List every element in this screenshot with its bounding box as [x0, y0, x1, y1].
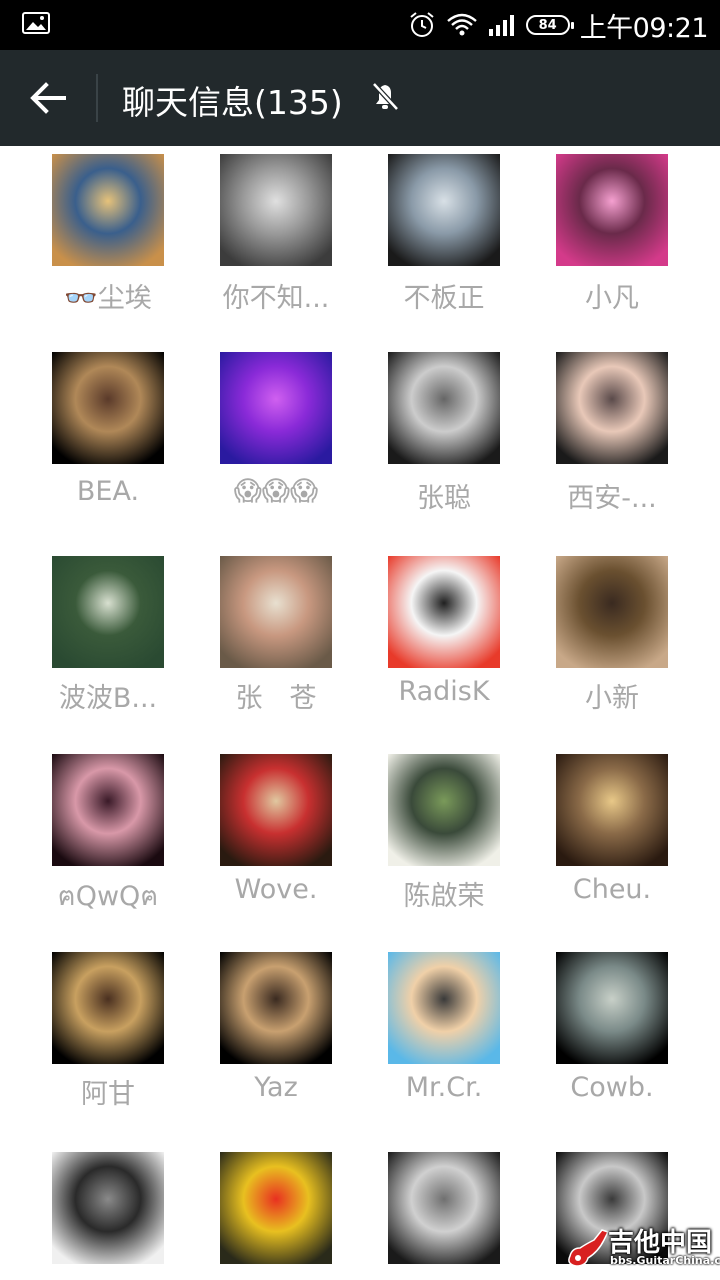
bell-off-icon [371, 81, 400, 112]
member-item[interactable] [192, 146, 360, 1264]
member-name: 西安-... [567, 483, 657, 514]
member-name: 😱😱😱 [233, 476, 319, 507]
avatar[interactable] [556, 352, 668, 464]
avatar[interactable] [220, 556, 332, 668]
member-name: 波波B... [58, 683, 158, 714]
member-item[interactable] [360, 146, 528, 1264]
avatar[interactable] [52, 952, 164, 1064]
app-bar: 聊天信息(135) [0, 50, 720, 146]
avatar[interactable] [556, 754, 668, 866]
avatar[interactable] [388, 556, 500, 668]
watermark-url: bbs.GuitarChina.com [610, 1254, 720, 1267]
signal-icon [488, 15, 514, 36]
avatar[interactable] [388, 952, 500, 1064]
member-name: Wove. [234, 874, 318, 905]
member-name: ฅQwQฅ [57, 881, 159, 912]
avatar[interactable] [52, 556, 164, 668]
avatar[interactable] [220, 754, 332, 866]
member-item[interactable] [528, 146, 696, 1264]
avatar[interactable] [220, 352, 332, 464]
clock-time: 上午09:21 [579, 12, 709, 44]
battery-icon: 84 [525, 15, 574, 35]
avatar[interactable] [220, 1152, 332, 1264]
battery-level: 84 [538, 17, 557, 33]
avatar[interactable] [52, 1152, 164, 1264]
watermark: 吉他中国 bbs.GuitarChina.com [564, 1222, 720, 1272]
member-name: Mr.Cr. [405, 1072, 483, 1103]
avatar[interactable] [388, 352, 500, 464]
status-bar: 84 上午09:21 [0, 0, 720, 50]
alarm-icon [410, 12, 434, 37]
avatar[interactable] [52, 352, 164, 464]
avatar[interactable] [52, 754, 164, 866]
member-name: RadisK [398, 676, 490, 707]
guitar-logo-icon [568, 1229, 610, 1267]
member-name: 小新 [585, 683, 639, 714]
member-name: BEA. [76, 476, 140, 507]
member-name: 张 苍 [235, 683, 317, 714]
member-name: 陈啟荣 [403, 881, 485, 912]
avatar[interactable] [556, 556, 668, 668]
avatar[interactable] [388, 1152, 500, 1264]
member-name: 阿甘 [81, 1079, 135, 1110]
wifi-icon [446, 13, 477, 36]
page-title: 聊天信息(135) [122, 83, 343, 122]
member-item[interactable] [24, 146, 192, 1264]
gallery-icon [22, 12, 50, 34]
arrow-left-icon[interactable] [28, 80, 68, 116]
avatar[interactable] [388, 754, 500, 866]
avatar[interactable] [220, 952, 332, 1064]
member-name: Cowb. [570, 1072, 654, 1103]
member-name: Cheu. [572, 874, 652, 905]
avatar[interactable] [556, 952, 668, 1064]
member-grid: 👓尘埃 你不知... 不板正 小凡 BEA. 😱😱😱 张聪 西安-... 波波B... 张 苍 Ra… [0, 146, 720, 1280]
member-name: 张聪 [417, 483, 471, 514]
member-name: Yaz [254, 1072, 298, 1103]
divider [96, 74, 98, 122]
